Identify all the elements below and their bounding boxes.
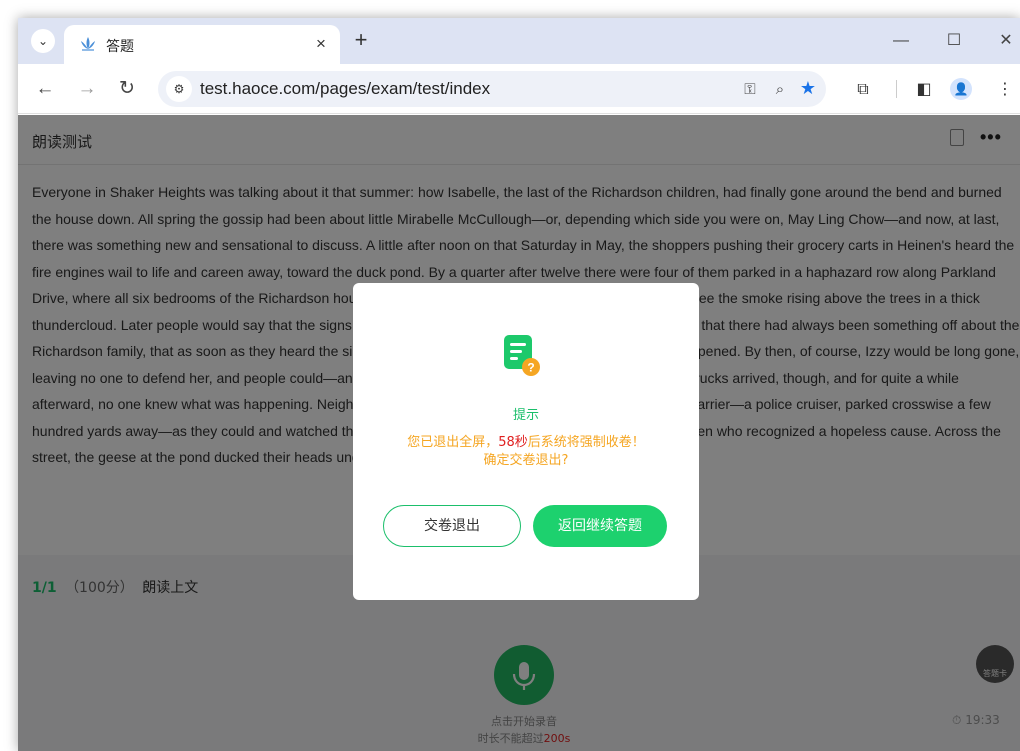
maximize-button[interactable]: ☐ <box>941 28 967 54</box>
svg-text:?: ? <box>527 361 534 375</box>
forward-button[interactable]: → <box>74 76 100 102</box>
address-bar[interactable]: ⚙ test.haoce.com/pages/exam/test/index ⚿… <box>158 71 826 107</box>
tab-title: 答题 <box>106 39 134 55</box>
zoom-icon[interactable]: ⌕ <box>770 79 790 99</box>
minimize-button[interactable]: — <box>888 28 914 54</box>
notice-icon: ? <box>504 335 540 376</box>
reload-button[interactable]: ↻ <box>114 76 140 102</box>
message-suffix: 后系统将强制收卷！ <box>527 435 645 450</box>
continue-answering-button[interactable]: 返回继续答题 <box>533 505 667 547</box>
message-prefix: 您已退出全屏， <box>407 435 499 450</box>
submit-and-exit-button[interactable]: 交卷退出 <box>383 505 521 547</box>
close-window-button[interactable]: ✕ <box>993 28 1019 54</box>
browser-menu-icon[interactable]: ⋮ <box>992 76 1018 102</box>
dialog-message-line1: 您已退出全屏，58秒后系统将强制收卷！ <box>353 434 699 452</box>
extensions-icon[interactable]: ⧉ <box>850 76 876 102</box>
dialog-message-line2: 确定交卷退出? <box>483 453 569 468</box>
tab-active[interactable]: 答题 × <box>64 25 340 64</box>
site-info-icon[interactable]: ⚙ <box>166 76 192 102</box>
tab-search-button[interactable]: ⌄ <box>31 29 55 53</box>
key-icon[interactable]: ⚿ <box>740 79 760 99</box>
url-text[interactable]: test.haoce.com/pages/exam/test/index <box>200 79 490 99</box>
tab-close-icon[interactable]: × <box>310 33 332 55</box>
lotus-icon <box>81 37 95 51</box>
toolbar-divider <box>896 80 897 98</box>
browser-toolbar: ← → ↻ ⚙ test.haoce.com/pages/exam/test/i… <box>18 64 1020 114</box>
new-tab-button[interactable]: + <box>349 29 373 53</box>
browser-window: ⌄ 答题 × + — ☐ ✕ ← → ↻ ⚙ test.haoce.com/pa… <box>18 18 1020 751</box>
side-panel-icon[interactable]: ◧ <box>911 76 937 102</box>
back-button[interactable]: ← <box>32 76 58 102</box>
star-icon[interactable]: ★ <box>798 79 818 99</box>
dialog-title: 提示 <box>512 408 539 423</box>
profile-avatar[interactable]: 👤 <box>950 78 972 100</box>
countdown-seconds: 58秒 <box>498 435 528 450</box>
exit-fullscreen-dialog: ? 提示 您已退出全屏，58秒后系统将强制收卷！ 确定交卷退出? 交卷退出 返回… <box>353 283 699 600</box>
tab-strip: ⌄ 答题 × + — ☐ ✕ <box>18 18 1020 64</box>
dialog-message: 您已退出全屏，58秒后系统将强制收卷！ 确定交卷退出? <box>353 434 699 470</box>
